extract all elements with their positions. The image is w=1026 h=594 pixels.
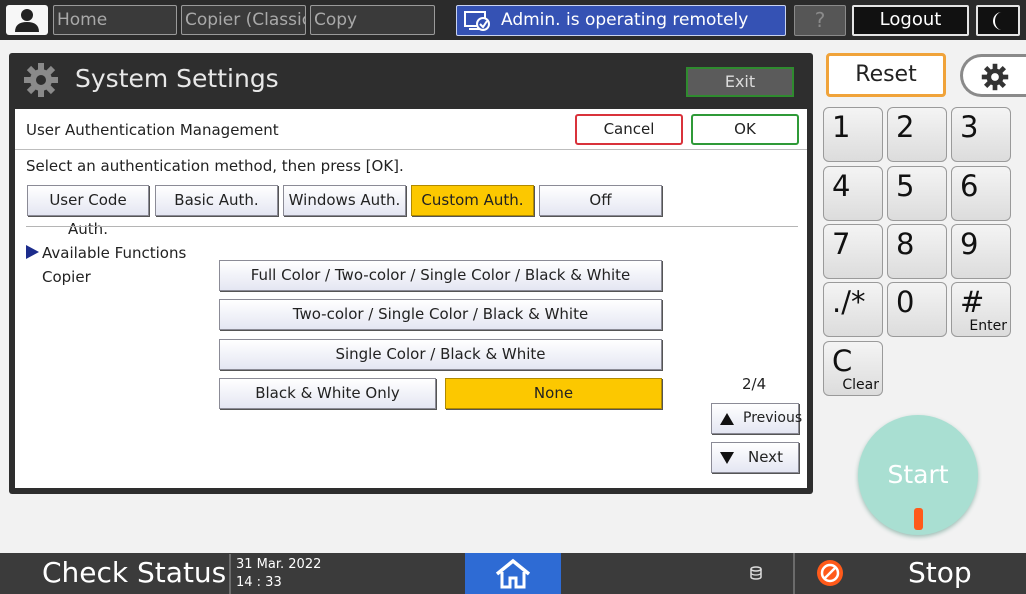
remote-operation-icon — [464, 11, 490, 31]
exit-button[interactable]: Exit — [686, 67, 794, 97]
key-label: 3 — [960, 110, 979, 144]
key-dot-star[interactable]: ./* — [823, 282, 883, 337]
divider — [229, 554, 231, 594]
key-sublabel: Clear — [842, 377, 879, 393]
next-button[interactable]: Next — [711, 442, 799, 473]
ok-button[interactable]: OK — [691, 114, 799, 145]
previous-button[interactable]: Previous — [711, 403, 803, 434]
logout-button[interactable]: Logout — [852, 5, 969, 36]
key-label: ./* — [832, 285, 866, 319]
gear-icon — [24, 63, 58, 97]
previous-label: Previous — [743, 410, 803, 426]
user-code-auth-button[interactable]: User Code Auth. — [27, 185, 149, 238]
windows-auth-button[interactable]: Windows Auth. — [283, 185, 406, 216]
key-4[interactable]: 4 — [823, 166, 883, 221]
check-status-button[interactable]: Check Status — [42, 553, 226, 593]
key-label: 4 — [832, 169, 851, 203]
page-indicator: 2/4 — [742, 375, 767, 393]
dialog-title: User Authentication Management — [26, 121, 279, 139]
full-color-option-button[interactable]: Full Color / Two-color / Single Color / … — [219, 260, 662, 291]
page-title: System Settings — [75, 64, 279, 93]
key-3[interactable]: 3 — [951, 107, 1011, 162]
date-display: 31 Mar. 2022 — [236, 557, 322, 572]
arrow-down-icon — [720, 452, 734, 464]
time-display: 14 : 33 — [236, 575, 282, 590]
key-9[interactable]: 9 — [951, 224, 1011, 279]
key-2[interactable]: 2 — [887, 107, 947, 162]
remote-operation-banner: Admin. is operating remotely — [456, 5, 786, 36]
two-color-option-button[interactable]: Two-color / Single Color / Black & White — [219, 299, 662, 330]
cancel-button[interactable]: Cancel — [575, 114, 683, 145]
key-0[interactable]: 0 — [887, 282, 947, 337]
home-icon — [495, 558, 531, 589]
copy-tab[interactable]: Copy — [310, 5, 435, 35]
copier-classic-tab[interactable]: Copier (Classic) — [181, 5, 306, 35]
stop-button[interactable]: Stop — [908, 553, 972, 593]
single-color-option-button[interactable]: Single Color / Black & White — [219, 339, 662, 370]
user-icon — [15, 9, 39, 32]
key-label: 6 — [960, 169, 979, 203]
reset-button[interactable]: Reset — [826, 53, 946, 97]
black-white-only-option-button[interactable]: Black & White Only — [219, 378, 436, 409]
key-8[interactable]: 8 — [887, 224, 947, 279]
key-5[interactable]: 5 — [887, 166, 947, 221]
key-label: # — [960, 285, 985, 319]
night-mode-button[interactable] — [976, 5, 1020, 36]
next-label: Next — [748, 448, 783, 466]
basic-auth-button[interactable]: Basic Auth. — [155, 185, 278, 216]
key-label: 2 — [896, 110, 915, 144]
custom-auth-button[interactable]: Custom Auth. — [411, 185, 534, 216]
key-sublabel: Enter — [969, 318, 1007, 334]
key-label: 5 — [896, 169, 915, 203]
arrow-right-icon — [26, 245, 39, 259]
none-option-button[interactable]: None — [445, 378, 662, 409]
key-label: 1 — [832, 110, 851, 144]
available-functions-text: Available Functions — [42, 244, 187, 262]
off-button[interactable]: Off — [539, 185, 662, 216]
available-functions-label: Available Functions — [26, 244, 186, 262]
copier-label: Copier — [42, 268, 91, 286]
help-button[interactable]: ? — [794, 5, 846, 36]
home-tab[interactable]: Home — [53, 5, 177, 35]
stop-icon[interactable] — [816, 559, 844, 587]
divider — [26, 226, 798, 227]
user-button[interactable] — [6, 5, 48, 35]
key-label: 9 — [960, 227, 979, 261]
key-label: C — [832, 344, 853, 378]
start-indicator-led — [914, 508, 923, 530]
key-6[interactable]: 6 — [951, 166, 1011, 221]
key-7[interactable]: 7 — [823, 224, 883, 279]
key-1[interactable]: 1 — [823, 107, 883, 162]
key-enter[interactable]: # Enter — [951, 282, 1011, 337]
divider — [793, 553, 795, 594]
instruction-text: Select an authentication method, then pr… — [26, 157, 404, 175]
key-label: 8 — [896, 227, 915, 261]
key-label: 7 — [832, 227, 851, 261]
device-settings-button[interactable] — [960, 54, 1026, 97]
remote-banner-text: Admin. is operating remotely — [501, 10, 749, 30]
key-clear[interactable]: C Clear — [823, 341, 883, 396]
home-button[interactable] — [465, 553, 561, 594]
key-label: 0 — [896, 285, 915, 319]
night-mode-icon — [993, 12, 1002, 30]
gear-icon — [981, 63, 1009, 91]
help-icon: ? — [814, 8, 826, 32]
data-icon — [750, 566, 762, 580]
arrow-up-icon — [720, 413, 734, 425]
